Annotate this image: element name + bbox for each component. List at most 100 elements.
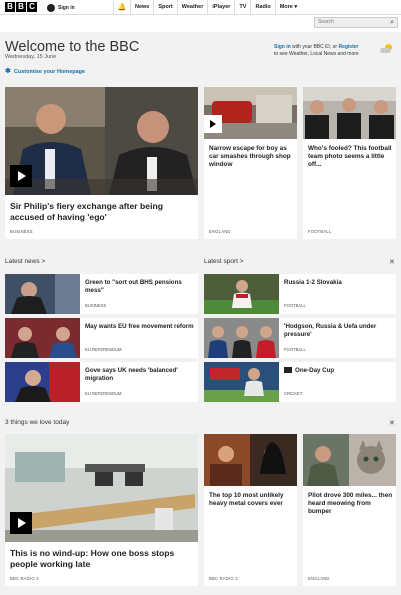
account-icon bbox=[47, 3, 55, 12]
item-title: Green to "sort out BHS pensions mess" bbox=[85, 279, 182, 294]
news-thumb bbox=[5, 274, 80, 314]
list-item[interactable]: 'Hodgson, Russia & Uefa under pressure' … bbox=[204, 318, 396, 358]
headline[interactable]: The top 10 most unlikely heavy metal cov… bbox=[209, 492, 295, 508]
story-image bbox=[303, 87, 396, 139]
signin-button[interactable]: Sign in bbox=[47, 0, 75, 15]
item-title: Russia 1-2 Slovakia bbox=[284, 279, 342, 286]
customise-label: Customise your Homepage bbox=[13, 69, 86, 75]
nav-radio[interactable]: Radio bbox=[250, 0, 274, 15]
signin-promo-tail: to see Weather, Local News and more bbox=[274, 50, 359, 57]
pilot-cat-photo bbox=[303, 434, 396, 486]
headline[interactable]: This is no wind-up: How one boss stops p… bbox=[10, 548, 195, 569]
page-title: Welcome to the BBC bbox=[5, 39, 140, 55]
top-story-main[interactable]: Sir Philip's fiery exchange after being … bbox=[5, 87, 198, 239]
item-title: Gove says UK needs 'balanced' migration bbox=[85, 367, 178, 382]
list-item[interactable]: Gove says UK needs 'balanced' migration … bbox=[5, 362, 198, 402]
nav-iplayer[interactable]: iPlayer bbox=[207, 0, 234, 15]
section-tag[interactable]: BBC RADIO 2 bbox=[209, 576, 238, 581]
item-title: 'Hodgson, Russia & Uefa under pressure' bbox=[284, 323, 377, 338]
nav-more[interactable]: More ▾ bbox=[274, 0, 305, 15]
section-tag[interactable]: FOOTBALL bbox=[308, 229, 331, 234]
top-story-2[interactable]: Narrow escape for boy as car smashes thr… bbox=[204, 87, 297, 239]
office-photo bbox=[5, 434, 198, 542]
search-icon[interactable]: ⌕ bbox=[390, 19, 394, 27]
latest-sport-label: Latest sport bbox=[204, 258, 238, 265]
gear-icon: ✱ bbox=[5, 68, 11, 75]
nav-more-label: More bbox=[279, 4, 293, 10]
signin-link[interactable]: Sign in bbox=[274, 44, 291, 50]
play-icon[interactable] bbox=[204, 115, 222, 133]
logo-letter: B bbox=[16, 2, 26, 12]
search-placeholder: Search bbox=[318, 19, 334, 25]
nav-news[interactable]: News bbox=[130, 0, 153, 15]
main-nav: News Sport Weather iPlayer TV Radio More… bbox=[130, 0, 305, 15]
logo-letter: C bbox=[27, 2, 37, 12]
chevron-right-icon: > bbox=[41, 258, 46, 265]
play-icon[interactable] bbox=[10, 512, 32, 534]
news-thumb bbox=[5, 318, 80, 358]
headline[interactable]: Who's fooled? This football team photo s… bbox=[308, 145, 394, 169]
feature-image bbox=[5, 434, 198, 542]
item-tag[interactable]: EU REFERENDUM bbox=[85, 391, 122, 396]
feature-image bbox=[204, 434, 297, 486]
cricket-live-icon bbox=[284, 367, 292, 373]
heavy-metal-photo bbox=[204, 434, 297, 486]
headline[interactable]: Pilot drove 300 miles... then heard meow… bbox=[308, 492, 394, 516]
nav-weather[interactable]: Weather bbox=[176, 0, 208, 15]
item-tag[interactable]: FOOTBALL bbox=[284, 303, 306, 308]
nav-sport[interactable]: Sport bbox=[153, 0, 176, 15]
list-item[interactable]: One-Day Cup CRICKET bbox=[204, 362, 396, 402]
item-title-text: One-Day Cup bbox=[295, 367, 335, 374]
nav-tv[interactable]: TV bbox=[234, 0, 250, 15]
close-icon[interactable]: ✕ bbox=[389, 419, 395, 427]
section-tag[interactable]: BUSINESS bbox=[10, 229, 33, 234]
feature-2[interactable]: The top 10 most unlikely heavy metal cov… bbox=[204, 434, 297, 586]
list-item[interactable]: May wants EU free movement reform EU REF… bbox=[5, 318, 198, 358]
three-things-heading: 3 things we love today bbox=[5, 419, 70, 426]
headline[interactable]: Narrow escape for boy as car smashes thr… bbox=[209, 145, 295, 169]
chevron-down-icon: ▾ bbox=[294, 4, 298, 10]
signin-promo: Sign in with your BBC iD, or Register to … bbox=[274, 44, 374, 57]
chevron-right-icon: > bbox=[239, 258, 244, 265]
top-story-3[interactable]: Who's fooled? This football team photo s… bbox=[303, 87, 396, 239]
list-item[interactable]: Russia 1-2 Slovakia FOOTBALL bbox=[204, 274, 396, 314]
close-icon[interactable]: ✕ bbox=[389, 258, 395, 266]
feature-3[interactable]: Pilot drove 300 miles... then heard meow… bbox=[303, 434, 396, 586]
signin-promo-mid: with your BBC iD, or bbox=[290, 44, 339, 50]
signin-label: Sign in bbox=[58, 4, 75, 11]
section-tag[interactable]: ENGLAND bbox=[209, 229, 231, 234]
latest-sport-heading[interactable]: Latest sport > bbox=[204, 258, 244, 265]
item-tag[interactable]: BUSINESS bbox=[85, 303, 106, 308]
sport-thumb bbox=[204, 362, 279, 402]
weather-sun-cloud-icon bbox=[380, 44, 394, 54]
latest-news-heading[interactable]: Latest news > bbox=[5, 258, 45, 265]
sport-thumb bbox=[204, 274, 279, 314]
notifications-bell-icon[interactable]: 🔔 bbox=[113, 0, 130, 15]
feature-main[interactable]: This is no wind-up: How one boss stops p… bbox=[5, 434, 198, 586]
top-story-image bbox=[5, 87, 198, 195]
search-input[interactable]: Search ⌕ bbox=[314, 17, 398, 28]
story-image bbox=[204, 87, 297, 139]
top-story-photo bbox=[5, 87, 198, 195]
play-icon[interactable] bbox=[10, 165, 32, 187]
item-title: One-Day Cup bbox=[284, 367, 394, 375]
customise-homepage-link[interactable]: ✱ Customise your Homepage bbox=[5, 67, 85, 75]
sport-thumb bbox=[204, 318, 279, 358]
section-tag[interactable]: ENGLAND bbox=[308, 576, 330, 581]
headline[interactable]: Sir Philip's fiery exchange after being … bbox=[10, 201, 195, 222]
search-row: Search ⌕ bbox=[0, 15, 401, 32]
feature-image bbox=[303, 434, 396, 486]
register-link[interactable]: Register bbox=[338, 44, 358, 50]
football-team-photo bbox=[303, 87, 396, 139]
item-tag[interactable]: FOOTBALL bbox=[284, 347, 306, 352]
item-tag[interactable]: EU REFERENDUM bbox=[85, 347, 122, 352]
bbc-logo[interactable]: B B C bbox=[5, 2, 37, 12]
item-title: May wants EU free movement reform bbox=[85, 323, 194, 330]
item-tag[interactable]: CRICKET bbox=[284, 391, 302, 396]
list-item[interactable]: Green to "sort out BHS pensions mess" BU… bbox=[5, 274, 198, 314]
latest-news-label: Latest news bbox=[5, 258, 40, 265]
top-bar: B B C Sign in 🔔 News Sport Weather iPlay… bbox=[0, 0, 401, 15]
news-thumb bbox=[5, 362, 80, 402]
section-tag[interactable]: BBC RADIO 4 bbox=[10, 576, 39, 581]
date-label: Wednesday, 15 June bbox=[5, 54, 57, 60]
